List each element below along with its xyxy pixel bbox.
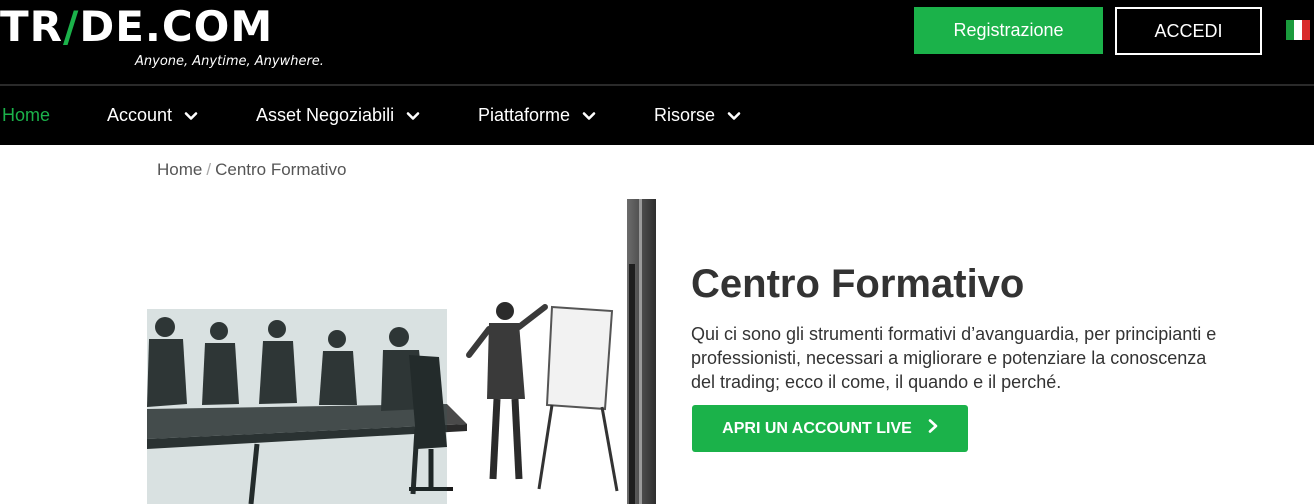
breadcrumb-separator: / xyxy=(206,160,212,179)
register-button[interactable]: Registrazione xyxy=(914,7,1103,54)
nav-item-piattaforme[interactable]: Piattaforme xyxy=(478,86,596,145)
main-nav: Home Account Asset Negoziabili Piattafor… xyxy=(0,86,1314,145)
business-meeting-photo xyxy=(147,199,656,504)
nav-item-asset-negoziabili[interactable]: Asset Negoziabili xyxy=(256,86,420,145)
logo-text: TR/DE.COM xyxy=(0,2,274,51)
page-title: Centro Formativo xyxy=(691,262,1025,306)
nav-item-label: Home xyxy=(2,105,51,125)
logo[interactable]: TR/DE.COM Anyone, Anytime, Anywhere. xyxy=(0,2,324,70)
nav-item-risorse[interactable]: Risorse xyxy=(654,86,741,145)
chevron-right-icon xyxy=(928,419,938,438)
login-button[interactable]: ACCEDI xyxy=(1115,7,1262,55)
hero-description: Qui ci sono gli strumenti formativi d’av… xyxy=(691,324,1217,392)
top-header: TR/DE.COM Anyone, Anytime, Anywhere. Reg… xyxy=(0,0,1314,84)
cta-label: APRI UN ACCOUNT LIVE xyxy=(722,419,912,437)
nav-item-account[interactable]: Account xyxy=(107,86,198,145)
chevron-down-icon xyxy=(582,109,596,123)
chevron-down-icon xyxy=(727,109,741,123)
logo-tagline: Anyone, Anytime, Anywhere. xyxy=(135,54,324,69)
italy-flag-icon[interactable] xyxy=(1286,20,1310,40)
nav-item-label: Asset Negoziabili xyxy=(256,105,395,125)
breadcrumb: Home / Centro Formativo xyxy=(157,160,346,180)
open-live-account-button[interactable]: APRI UN ACCOUNT LIVE xyxy=(692,405,968,452)
chevron-down-icon xyxy=(406,109,420,123)
nav-item-label: Account xyxy=(107,105,173,125)
nav-item-label: Piattaforme xyxy=(478,105,571,125)
chevron-down-icon xyxy=(184,109,198,123)
nav-item-home[interactable]: Home xyxy=(2,86,50,145)
breadcrumb-home-link[interactable]: Home xyxy=(157,160,202,180)
nav-item-label: Risorse xyxy=(654,105,716,125)
breadcrumb-current: Centro Formativo xyxy=(215,160,347,179)
